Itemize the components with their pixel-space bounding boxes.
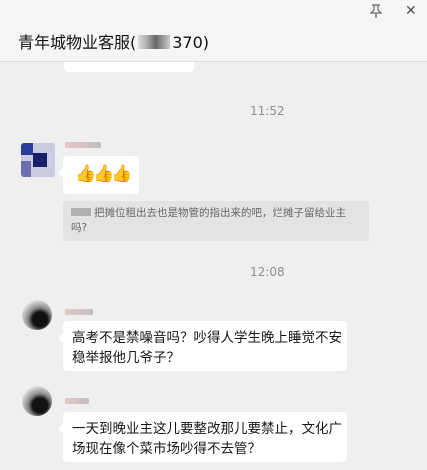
quoted-reply[interactable]: 把摊位租出去也是物管的指出来的吧，烂摊子留给业主吗? [63,201,369,241]
chat-title-suffix: 370) [172,33,210,52]
timestamp: 11:52 [250,104,285,118]
chat-header: 青年城物业客服( 370) ✕ [0,0,427,62]
pin-icon[interactable] [369,4,383,21]
message-text: 稳举报他几爷子？ [72,350,180,366]
avatar[interactable] [22,386,52,416]
thumbs-up-icon: 👍 [111,164,133,184]
avatar[interactable] [21,143,55,177]
sender-name-blurred [65,142,101,148]
emoji-message-bubble[interactable]: 👍 👍 👍 [58,156,139,194]
sender-name-blurred [65,309,93,315]
clipped-message-bubble [64,62,194,72]
sender-name-blurred [65,398,89,404]
quoted-reply-text: 把摊位租出去也是物管的指出来的吧，烂摊子留给业主吗? [71,207,346,234]
avatar[interactable] [22,300,52,330]
timestamp: 12:08 [250,265,285,279]
message-text: 高考不是禁噪音吗？吵得人学生晚上睡觉不安 [72,330,342,346]
message-text: 场现在像个菜市场吵得不去管？ [72,441,261,457]
chat-title-text: 青年城物业客服( [18,33,137,52]
chat-title: 青年城物业客服( 370) [18,29,209,53]
message-bubble[interactable]: 高考不是禁噪音吗？吵得人学生晚上睡觉不安 稳举报他几爷子？ [58,321,347,371]
quoted-sender-blurred [71,208,91,216]
blurred-number [138,35,171,49]
message-text: 一天到晚业主这儿要整改那儿要禁止，文化广 [72,421,342,437]
close-icon[interactable]: ✕ [405,3,417,19]
message-bubble[interactable]: 一天到晚业主这儿要整改那儿要禁止，文化广 场现在像个菜市场吵得不去管？ [58,412,347,462]
